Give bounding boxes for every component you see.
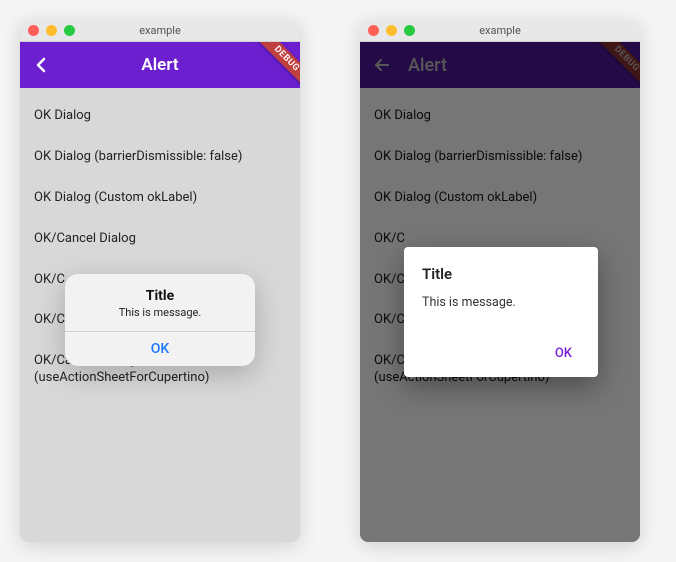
alert-title: Title xyxy=(422,265,582,283)
maximize-button[interactable] xyxy=(404,25,415,36)
macos-titlebar: example xyxy=(360,20,640,42)
app-viewport-ios: Alert DEBUG OK Dialog OK Dialog (barrier… xyxy=(20,42,300,542)
ok-button[interactable]: OK xyxy=(545,338,582,369)
material-alert-dialog: Title This is message. OK xyxy=(404,247,598,377)
macos-titlebar: example xyxy=(20,20,300,42)
close-button[interactable] xyxy=(368,25,379,36)
cupertino-alert-dialog: Title This is message. OK xyxy=(65,274,255,366)
minimize-button[interactable] xyxy=(46,25,57,36)
maximize-button[interactable] xyxy=(64,25,75,36)
alert-title: Title xyxy=(77,288,243,304)
ok-button[interactable]: OK xyxy=(65,332,255,366)
alert-message: This is message. xyxy=(77,306,243,319)
traffic-lights xyxy=(368,25,415,36)
alert-actions: OK xyxy=(422,338,582,369)
macos-window-android: example Alert DEBUG OK Dialog OK Dialog … xyxy=(360,20,640,542)
close-button[interactable] xyxy=(28,25,39,36)
alert-content: Title This is message. xyxy=(65,274,255,331)
macos-window-ios: example Alert DEBUG OK Dialog OK Dialog … xyxy=(20,20,300,542)
minimize-button[interactable] xyxy=(386,25,397,36)
alert-message: This is message. xyxy=(422,295,582,310)
app-viewport-android: Alert DEBUG OK Dialog OK Dialog (barrier… xyxy=(360,42,640,542)
traffic-lights xyxy=(28,25,75,36)
